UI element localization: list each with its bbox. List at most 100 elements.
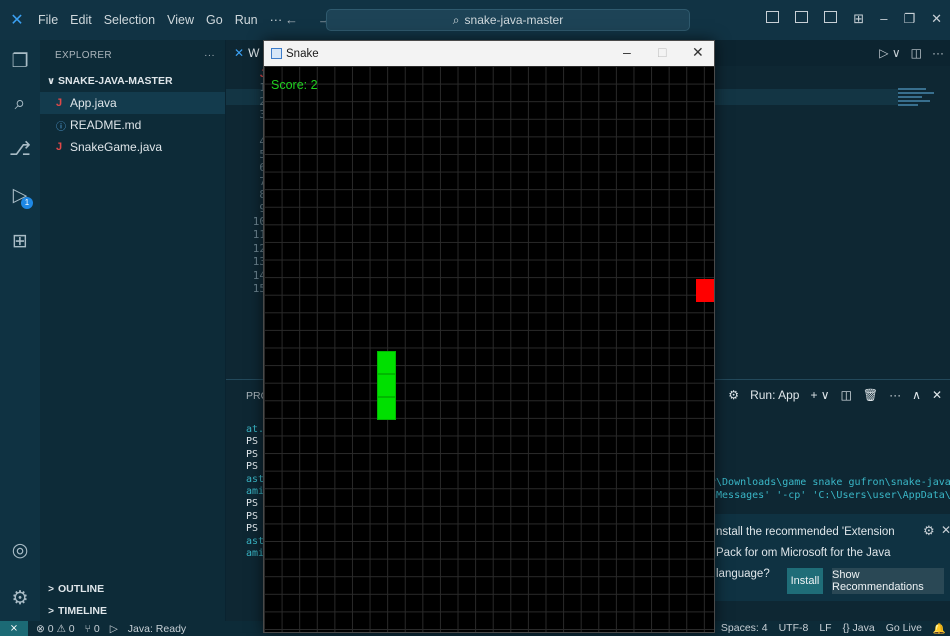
- minimize-icon[interactable]: –: [623, 44, 631, 60]
- split-editor-icon[interactable]: ◫: [911, 46, 922, 60]
- title-bar: ✕ File Edit Selection View Go Run ··· ← …: [0, 0, 950, 40]
- snake-window-titlebar[interactable]: Snake – □ ✕: [264, 41, 714, 66]
- terminal-line: r\Downloads\game snake gufron\snake-java…: [710, 477, 950, 488]
- indentation[interactable]: Spaces: 4: [721, 622, 768, 635]
- new-terminal-icon[interactable]: + ∨: [810, 388, 829, 402]
- java-file-icon: J: [56, 141, 63, 153]
- file-item-snakegame-java[interactable]: J SnakeGame.java: [40, 136, 225, 158]
- line-ending[interactable]: LF: [819, 622, 831, 635]
- activity-bar: ❐ ⌕ ⎇ ▷ 1 ⊞ ◎ ⚙: [0, 40, 40, 621]
- tab-welcome[interactable]: ✕ W: [226, 40, 268, 66]
- terminal-run-icon: ⚙: [728, 388, 740, 402]
- encoding[interactable]: UTF-8: [779, 622, 809, 635]
- ports-count[interactable]: ⑂ 0: [85, 623, 100, 635]
- file-item-readme[interactable]: ⓘ README.md: [40, 114, 225, 136]
- file-item-app-java[interactable]: J App.java: [40, 92, 225, 114]
- run-debug-badge: 1: [21, 197, 33, 209]
- score-label: Score: 2: [271, 78, 318, 92]
- snake-segment: [377, 397, 396, 420]
- minimize-icon[interactable]: –: [880, 11, 887, 27]
- outline-section[interactable]: > OUTLINE > TIMELINE: [40, 578, 226, 622]
- search-text: snake-java-master: [464, 13, 564, 27]
- explorer-title: EXPLORER: [55, 49, 112, 61]
- toggle-sidebar-icon[interactable]: [766, 11, 780, 23]
- vscode-tab-icon: ✕: [234, 46, 245, 60]
- status-right: ol 1 Spaces: 4 UTF-8 LF {} Java Go Live …: [693, 622, 946, 635]
- install-button[interactable]: Install: [787, 568, 823, 594]
- menu-edit[interactable]: Edit: [70, 13, 92, 27]
- maximize-panel-icon[interactable]: ∧: [912, 388, 921, 402]
- window-controls: ⊞ – ❐ ✕: [766, 11, 942, 27]
- close-icon[interactable]: ✕: [931, 11, 942, 27]
- menu-more[interactable]: ···: [270, 13, 283, 27]
- snake-window-title: Snake: [286, 47, 319, 60]
- close-panel-icon[interactable]: ✕: [932, 388, 942, 402]
- snake-segment: [377, 374, 396, 397]
- notifications-icon[interactable]: 🔔: [933, 622, 946, 635]
- minimap[interactable]: [898, 88, 938, 116]
- source-control-icon[interactable]: ⎇: [6, 136, 34, 164]
- folder-name: SNAKE-JAVA-MASTER: [58, 75, 173, 87]
- toggle-panel-icon[interactable]: [795, 11, 809, 23]
- extensions-icon[interactable]: ⊞: [6, 228, 34, 256]
- outline-header[interactable]: > OUTLINE: [40, 578, 226, 600]
- outline-title: OUTLINE: [58, 583, 105, 595]
- gear-icon[interactable]: ⚙: [923, 523, 935, 539]
- show-recommendations-button[interactable]: Show Recommendations: [832, 568, 944, 594]
- java-window-icon: [271, 48, 282, 59]
- extension-recommendation-toast: nstall the recommended 'Extension Pack f…: [712, 514, 950, 601]
- snake-segment: [377, 351, 396, 374]
- java-file-icon: J: [56, 97, 63, 109]
- command-search[interactable]: ⌕ snake-java-master: [326, 9, 690, 31]
- restore-icon[interactable]: ❐: [903, 11, 915, 27]
- terminal-output-visible: r\Downloads\game snake gufron\snake-java…: [710, 476, 950, 502]
- debug-icon[interactable]: ▷: [110, 623, 118, 635]
- remote-icon[interactable]: ⨯: [0, 621, 28, 636]
- snake-game-window[interactable]: Snake – □ ✕ Score: 2: [263, 40, 715, 633]
- more-actions-icon[interactable]: ···: [889, 388, 901, 402]
- food-apple: [696, 279, 714, 302]
- toggle-secondary-sidebar-icon[interactable]: [824, 11, 838, 23]
- search-icon: ⌕: [452, 12, 460, 27]
- explorer-sidebar: EXPLORER ··· ∨ SNAKE-JAVA-MASTER J App.j…: [40, 40, 226, 621]
- editor-actions: ▷ ∨ ◫ ···: [879, 46, 944, 60]
- info-file-icon: ⓘ: [56, 121, 66, 133]
- menu-bar: File Edit Selection View Go Run ···: [34, 13, 282, 27]
- terminal-name[interactable]: Run: App: [750, 388, 799, 402]
- timeline-header[interactable]: > TIMELINE: [40, 600, 226, 622]
- close-icon[interactable]: ✕: [941, 523, 950, 537]
- file-name: App.java: [70, 96, 117, 110]
- menu-run[interactable]: Run: [235, 13, 258, 27]
- timeline-title: TIMELINE: [58, 605, 107, 617]
- menu-selection[interactable]: Selection: [104, 13, 155, 27]
- java-status[interactable]: Java: Ready: [128, 623, 186, 635]
- chevron-right-icon: >: [48, 605, 54, 617]
- go-live-button[interactable]: Go Live: [886, 622, 922, 635]
- problems-count[interactable]: ⊗ 0 ⚠ 0: [36, 623, 75, 635]
- run-icon[interactable]: ▷ ∨: [879, 46, 900, 60]
- close-icon[interactable]: ✕: [692, 44, 704, 61]
- customize-layout-icon[interactable]: ⊞: [853, 11, 864, 27]
- explorer-more-button[interactable]: ···: [204, 50, 215, 61]
- more-actions-icon[interactable]: ···: [932, 46, 944, 60]
- chevron-down-icon: ∨: [46, 75, 56, 87]
- maximize-icon[interactable]: □: [658, 44, 666, 60]
- menu-file[interactable]: File: [38, 13, 58, 27]
- split-terminal-icon[interactable]: ◫: [841, 388, 852, 402]
- trash-icon[interactable]: 🗑: [863, 388, 878, 402]
- search-icon[interactable]: ⌕: [6, 90, 34, 118]
- terminal-line: nMessages' '-cp' 'C:\Users\user\AppData\…: [710, 490, 950, 501]
- folder-header[interactable]: ∨ SNAKE-JAVA-MASTER: [40, 70, 225, 92]
- panel-toolbar: ⚙ Run: App + ∨ ◫ 🗑 ··· ∧ ✕: [728, 388, 942, 402]
- chevron-right-icon: >: [48, 583, 54, 595]
- menu-go[interactable]: Go: [206, 13, 223, 27]
- file-name: SnakeGame.java: [70, 140, 163, 154]
- account-icon[interactable]: ◎: [6, 537, 34, 565]
- tab-label: W: [248, 46, 260, 60]
- explorer-icon[interactable]: ❐: [6, 48, 34, 76]
- language-mode[interactable]: {} Java: [843, 622, 875, 635]
- game-board[interactable]: Score: 2: [264, 66, 714, 632]
- file-name: README.md: [70, 118, 142, 132]
- settings-gear-icon[interactable]: ⚙: [6, 585, 34, 613]
- menu-view[interactable]: View: [167, 13, 194, 27]
